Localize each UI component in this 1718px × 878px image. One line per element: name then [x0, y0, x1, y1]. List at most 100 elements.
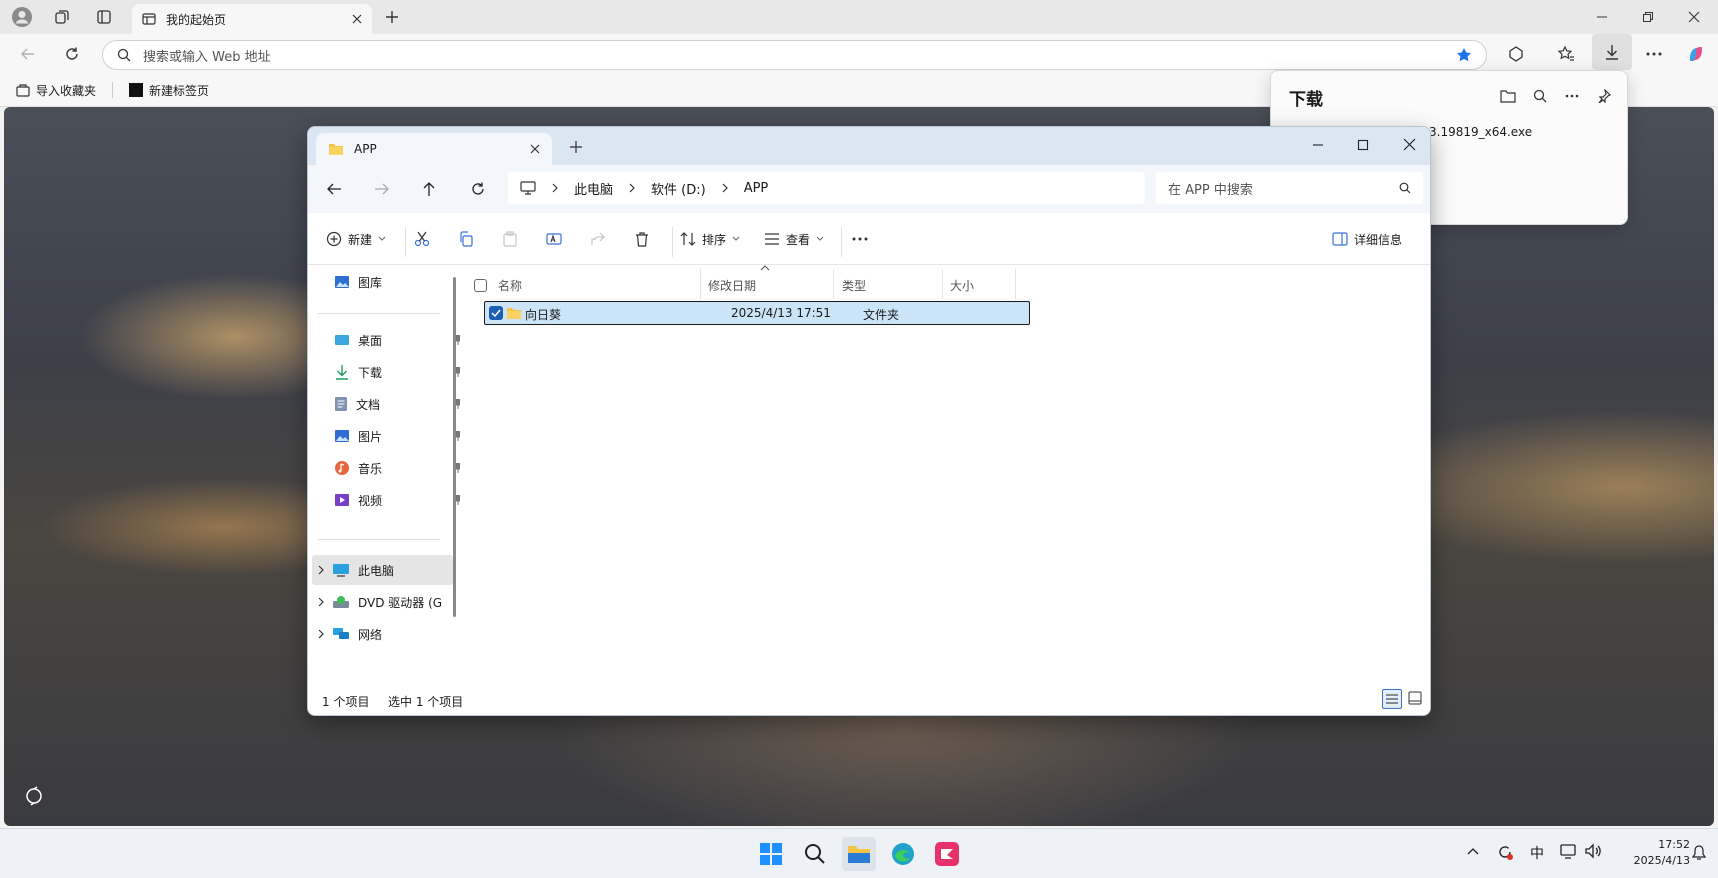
more-options-button[interactable] [852, 227, 868, 251]
sidebar-item-desktop[interactable]: 桌面 [334, 329, 464, 351]
column-header-modified[interactable]: 修改日期 [708, 277, 756, 294]
row-checkbox[interactable] [489, 306, 503, 320]
column-header-type[interactable]: 类型 [842, 277, 866, 294]
sort-label: 排序 [702, 232, 727, 247]
column-header-name[interactable]: 名称 [498, 277, 522, 294]
breadcrumb-item-app[interactable]: APP [744, 181, 769, 196]
refresh-wallpaper-icon[interactable] [24, 786, 44, 806]
sidebar-scrollbar[interactable] [453, 277, 456, 617]
column-header-size[interactable]: 大小 [950, 277, 974, 294]
close-tab-icon[interactable] [352, 14, 362, 24]
select-all-checkbox[interactable] [474, 279, 487, 292]
new-tab-icon[interactable] [374, 0, 410, 34]
sidebar-item-gallery[interactable]: 图库 [334, 271, 382, 293]
share-button[interactable] [590, 227, 606, 251]
sidebar-item-music[interactable]: 音乐 [334, 457, 464, 479]
notification-bell-icon[interactable] [1692, 845, 1706, 861]
download-file-name[interactable]: 3.19819_x64.exe [1429, 125, 1532, 139]
chevron-right-icon[interactable] [318, 565, 324, 575]
show-hidden-icons-icon[interactable] [1467, 847, 1479, 855]
view-button[interactable]: 查看 [764, 227, 824, 251]
sidebar-item-dvd-drive[interactable]: DVD 驱动器 (G [318, 591, 442, 613]
nav-refresh-icon[interactable] [470, 181, 486, 197]
network-status-icon[interactable] [1560, 843, 1578, 859]
reload-icon[interactable] [54, 37, 90, 71]
column-divider[interactable] [1015, 269, 1016, 299]
downloads-icon[interactable] [1592, 34, 1632, 70]
back-icon[interactable] [10, 37, 46, 71]
address-input[interactable]: 搜索或输入 Web 地址 [102, 40, 1487, 70]
sort-button[interactable]: 排序 [680, 227, 740, 251]
downloads-more-icon[interactable] [1561, 85, 1583, 107]
rename-icon [546, 231, 562, 247]
explorer-close-icon[interactable] [1403, 138, 1416, 151]
breadcrumb-item-drive[interactable]: 软件 (D:) [651, 179, 706, 198]
pin-panel-icon[interactable] [1593, 85, 1615, 107]
sidebar-item-documents[interactable]: 文档 [334, 393, 464, 415]
cut-button[interactable] [414, 227, 430, 251]
view-label: 查看 [786, 232, 811, 247]
sidebar-item-pictures[interactable]: 图片 [334, 425, 464, 447]
file-explorer-taskbar-icon[interactable] [842, 837, 876, 871]
paste-button[interactable] [502, 227, 518, 251]
explorer-search-input[interactable]: 在 APP 中搜索 [1156, 172, 1423, 204]
tiles-view-icon[interactable] [1408, 691, 1422, 705]
this-pc-icon [520, 181, 536, 195]
file-explorer-window: APP 此电脑 软件 (D:) APP 在 APP 中搜索 新建 排序 查看 详… [307, 126, 1431, 716]
minimize-icon[interactable] [1584, 0, 1620, 34]
workspaces-icon[interactable] [44, 0, 80, 34]
breadcrumb-item-this-pc[interactable]: 此电脑 [574, 179, 613, 198]
more-menu-icon[interactable] [1636, 37, 1672, 71]
search-icon[interactable] [798, 837, 832, 871]
extensions-icon[interactable] [1498, 37, 1534, 71]
chevron-right-icon[interactable] [318, 629, 324, 639]
bookmark-new-tab[interactable]: 新建标签页 [123, 79, 215, 102]
document-icon [334, 396, 348, 412]
explorer-minimize-icon[interactable] [1312, 139, 1324, 151]
table-row[interactable]: 向日葵 2025/4/13 17:51 文件夹 [484, 301, 1030, 325]
restore-icon[interactable] [1630, 0, 1666, 34]
explorer-maximize-icon[interactable] [1357, 139, 1369, 151]
sidebar-item-network[interactable]: 网络 [318, 623, 382, 645]
close-tab-icon[interactable] [530, 144, 540, 154]
nav-up-icon[interactable] [422, 181, 436, 197]
delete-button[interactable] [634, 227, 650, 251]
column-divider[interactable] [942, 269, 943, 299]
details-view-icon[interactable] [1382, 689, 1402, 709]
copilot-icon[interactable] [1678, 37, 1714, 71]
new-button[interactable]: 新建 [326, 227, 386, 251]
sidebar-item-downloads[interactable]: 下载 [334, 361, 464, 383]
close-window-icon[interactable] [1676, 0, 1712, 34]
edge-icon[interactable] [886, 837, 920, 871]
breadcrumb[interactable]: 此电脑 软件 (D:) APP [508, 172, 1145, 204]
explorer-tab-app[interactable]: APP [316, 133, 552, 165]
search-downloads-icon[interactable] [1529, 85, 1551, 107]
favorite-star-icon[interactable] [1456, 47, 1472, 63]
nav-forward-icon[interactable] [374, 182, 390, 196]
column-divider[interactable] [700, 269, 701, 299]
volume-icon[interactable] [1584, 843, 1602, 859]
new-explorer-tab-icon[interactable] [570, 141, 582, 153]
chevron-right-icon[interactable] [318, 597, 324, 607]
paste-icon [502, 231, 518, 247]
clock[interactable]: 17:52 2025/4/13 [1620, 837, 1690, 869]
copy-button[interactable] [458, 227, 474, 251]
favorites-icon[interactable] [1548, 37, 1584, 71]
rename-button[interactable] [546, 227, 562, 251]
bookmark-import-favorites[interactable]: 导入收藏夹 [10, 79, 102, 102]
ime-indicator[interactable]: 中 [1530, 843, 1544, 863]
start-icon[interactable] [754, 837, 788, 871]
sidebar-item-videos[interactable]: 视频 [334, 489, 464, 511]
open-folder-icon[interactable] [1497, 85, 1519, 107]
profile-icon[interactable] [4, 0, 40, 34]
browser-tab-start-page[interactable]: 我的起始页 [132, 4, 372, 34]
nav-back-icon[interactable] [326, 182, 342, 196]
column-divider[interactable] [833, 269, 834, 299]
details-pane-button[interactable]: 详细信息 [1332, 227, 1402, 251]
sync-icon[interactable] [1496, 843, 1514, 861]
sidebar-item-this-pc[interactable]: 此电脑 [318, 559, 394, 581]
toolbar-divider [405, 227, 406, 257]
app-taskbar-icon[interactable] [930, 837, 964, 871]
chevron-down-icon [378, 236, 386, 242]
tab-actions-icon[interactable] [86, 0, 122, 34]
